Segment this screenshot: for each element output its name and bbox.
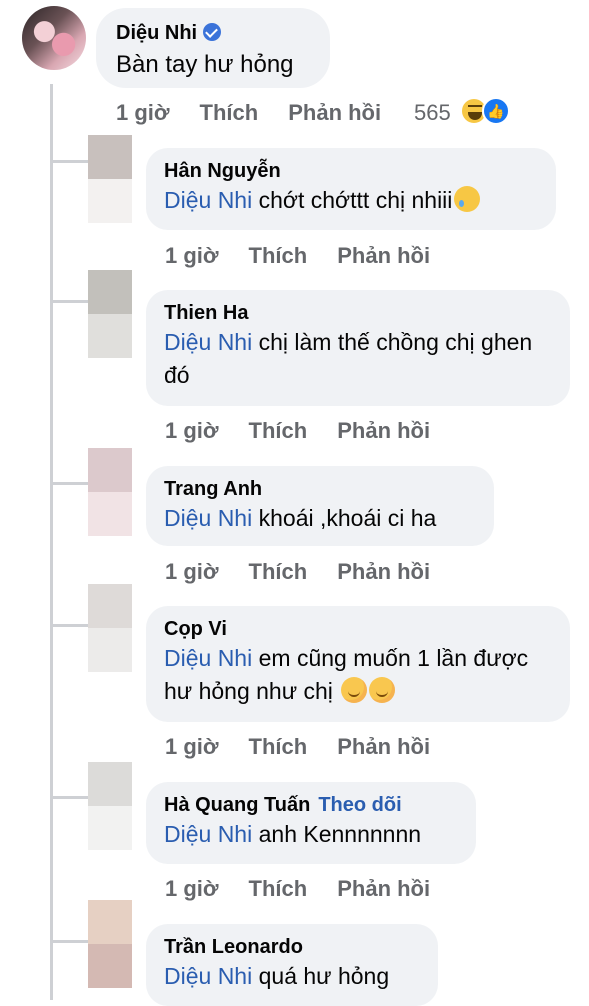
reply-time[interactable]: 1 giờ [165,876,219,901]
mention-link[interactable]: Diệu Nhi [164,645,252,671]
reply-bubble: Trần Leonardo Diệu Nhi quá hư hỏng [146,924,438,1006]
reply-button[interactable]: Phản hồi [337,243,430,268]
reaction-icons[interactable]: 👍 [460,97,510,125]
comment-time[interactable]: 1 giờ [116,100,170,125]
reply-bubble: Hân Nguyễn Diệu Nhi chớt chớttt chị nhii… [146,148,556,230]
avatar[interactable] [88,135,132,223]
like-icon: 👍 [482,97,510,125]
reply-text: chớt chớttt chị nhiii [252,187,453,213]
like-button[interactable]: Thích [249,734,308,759]
mention-link[interactable]: Diệu Nhi [164,505,252,531]
mention-link[interactable]: Diệu Nhi [164,821,252,847]
reply-button[interactable]: Phản hồi [337,559,430,584]
like-button[interactable]: Thích [249,418,308,443]
thread-branch [50,940,92,943]
reply-author[interactable]: Hân Nguyễn [164,158,538,184]
reply-bubble: Thien Ha Diệu Nhi chị làm thế chồng chị … [146,290,570,406]
reply-button[interactable]: Phản hồi [337,418,430,443]
comment-author[interactable]: Diệu Nhi [116,22,197,44]
like-button[interactable]: Thích [249,559,308,584]
reply-author[interactable]: Cọp Vi [164,616,552,642]
avatar[interactable] [22,6,86,70]
follow-button[interactable]: Theo dõi [318,794,401,816]
reply-button[interactable]: Phản hồi [337,734,430,759]
reply-text: khoái ,khoái ci ha [252,505,437,531]
mention-link[interactable]: Diệu Nhi [164,187,252,213]
like-button[interactable]: Thích [200,100,259,125]
like-button[interactable]: Thích [249,243,308,268]
reaction-count[interactable]: 565 [414,100,451,126]
thread-branch [50,624,92,627]
thread-branch [50,482,92,485]
reply-actions: 1 giờ Thích Phản hồi [165,243,460,269]
reply-author[interactable]: Trang Anh [164,476,476,502]
avatar[interactable] [88,900,132,988]
mention-link[interactable]: Diệu Nhi [164,329,252,355]
thread-branch [50,796,92,799]
reply-bubble: Cọp Vi Diệu Nhi em cũng muốn 1 lần được … [146,606,570,722]
reply-bubble: Trang Anh Diệu Nhi khoái ,khoái ci ha [146,466,494,546]
comment-text: Bàn tay hư hỏng [116,51,294,78]
thread-branch [50,300,92,303]
mention-link[interactable]: Diệu Nhi [164,963,252,989]
reply-bubble: Hà Quang Tuấn Theo dõi Diệu Nhi anh Kennn… [146,782,476,864]
reply-button[interactable]: Phản hồi [337,876,430,901]
reply-time[interactable]: 1 giờ [165,734,219,759]
sweat-smile-icon [454,186,481,212]
reply-time[interactable]: 1 giờ [165,243,219,268]
avatar[interactable] [88,448,132,536]
avatar[interactable] [88,584,132,672]
like-button[interactable]: Thích [249,876,308,901]
reply-author[interactable]: Thien Ha [164,300,552,326]
reply-actions: 1 giờ Thích Phản hồi [165,559,460,585]
reply-actions: 1 giờ Thích Phản hồi [165,876,460,902]
smiling-icon [369,677,396,703]
reply-actions: 1 giờ Thích Phản hồi [165,418,460,444]
reply-button[interactable]: Phản hồi [288,100,381,125]
avatar[interactable] [88,762,132,850]
verified-badge-icon [203,23,222,41]
reply-time[interactable]: 1 giờ [165,418,219,443]
thread-branch [50,160,92,163]
comment-actions: 1 giờ Thích Phản hồi [116,100,411,126]
comment-bubble: Diệu Nhi Bàn tay hư hỏng [96,8,330,88]
reply-actions: 1 giờ Thích Phản hồi [165,734,460,760]
reply-text: anh Kennnnnnn [252,821,422,847]
smiling-icon [341,677,368,703]
reply-text: quá hư hỏng [252,963,390,989]
thread-line [50,84,53,1000]
avatar[interactable] [88,270,132,358]
reply-time[interactable]: 1 giờ [165,559,219,584]
reply-author[interactable]: Trần Leonardo [164,934,420,960]
reply-author[interactable]: Hà Quang Tuấn [164,794,310,816]
